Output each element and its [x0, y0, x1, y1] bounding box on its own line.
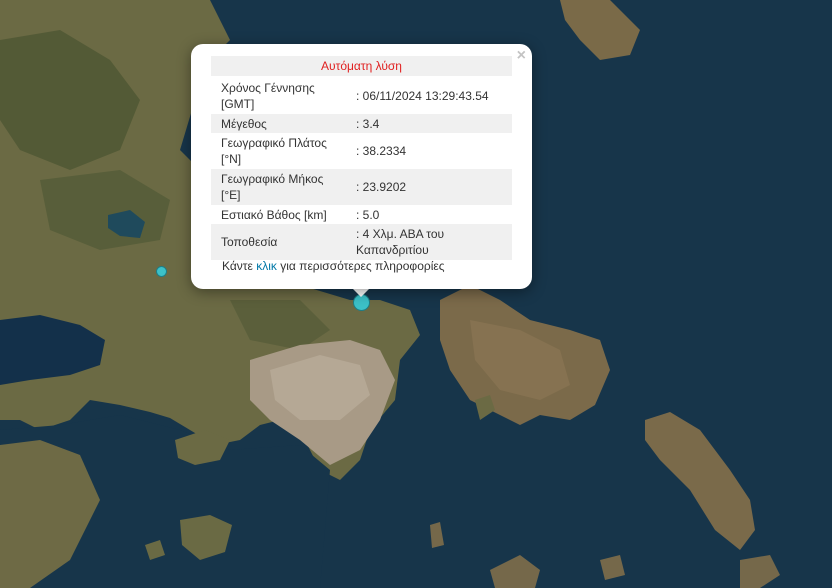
- satellite-map[interactable]: × Αυτόματη λύση Χρόνος Γέννησης [GMT] : …: [0, 0, 832, 588]
- row-label: Μέγεθος: [211, 114, 346, 133]
- popup-title: Αυτόματη λύση: [211, 56, 512, 76]
- popup-footer: Κάντε κλικ για περισσότερες πληροφορίες: [222, 259, 445, 273]
- more-info-link[interactable]: κλικ: [256, 259, 277, 273]
- row-label: Εστιακό Βάθος [km]: [221, 207, 327, 222]
- earthquake-marker[interactable]: [156, 266, 167, 277]
- close-icon[interactable]: ×: [517, 47, 526, 65]
- footer-text-before: Κάντε: [222, 259, 257, 273]
- row-value: : 5.0: [356, 207, 380, 222]
- row-label: Χρόνος Γέννησης [GMT]: [221, 81, 315, 111]
- row-value: : 06/11/2024 13:29:43.54: [356, 89, 489, 103]
- table-row: Μέγεθος : 3.4: [211, 114, 512, 133]
- row-value: : 4 Χλμ. ΑΒΑ του Καπανδριτίου: [346, 224, 512, 260]
- row-label: Τοποθεσία: [211, 224, 346, 260]
- row-label: Γεωγραφικό Πλάτος [°N]: [221, 136, 327, 166]
- row-value: : 23.9202: [346, 169, 512, 205]
- earthquake-popup: × Αυτόματη λύση Χρόνος Γέννησης [GMT] : …: [191, 44, 532, 289]
- table-row: Γεωγραφικό Πλάτος [°N] : 38.2334: [211, 133, 512, 169]
- table-row: Γεωγραφικό Μήκος [°E] : 23.9202: [211, 169, 512, 205]
- table-row: Εστιακό Βάθος [km] : 5.0: [211, 205, 512, 224]
- footer-text-after: για περισσότερες πληροφορίες: [276, 259, 445, 273]
- row-value: : 38.2334: [356, 144, 407, 158]
- table-row: Τοποθεσία : 4 Χλμ. ΑΒΑ του Καπανδριτίου: [211, 224, 512, 260]
- earthquake-info-table: Χρόνος Γέννησης [GMT] : 06/11/2024 13:29…: [211, 78, 512, 260]
- row-label: Γεωγραφικό Μήκος [°E]: [211, 169, 346, 205]
- table-row: Χρόνος Γέννησης [GMT] : 06/11/2024 13:29…: [211, 78, 512, 114]
- row-value: : 3.4: [346, 114, 512, 133]
